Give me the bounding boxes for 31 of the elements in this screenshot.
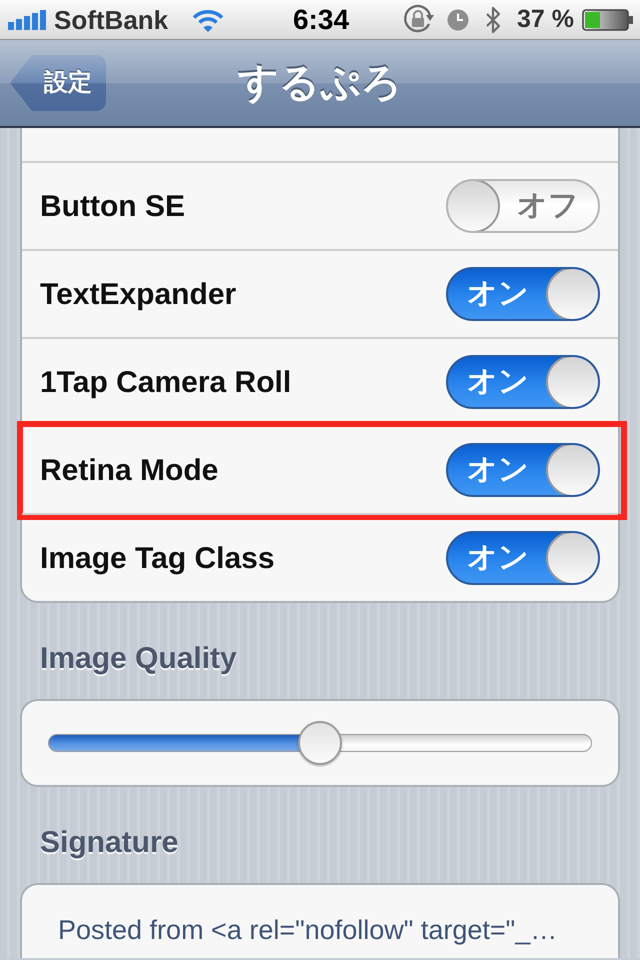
signature-text: Posted from <a rel="nofollow" target="_… bbox=[58, 914, 558, 947]
toggle-switch[interactable]: オン bbox=[446, 267, 600, 321]
toggle-switch[interactable]: オン bbox=[446, 355, 600, 409]
toggle-knob bbox=[546, 533, 598, 583]
bluetooth-icon bbox=[485, 6, 502, 34]
section-header: Signature bbox=[40, 825, 178, 861]
setting-label: TextExpander bbox=[40, 278, 236, 310]
wifi-icon bbox=[192, 8, 224, 32]
back-button[interactable]: 設定 bbox=[10, 55, 106, 111]
setting-label: Retina Mode bbox=[40, 454, 218, 486]
slider-track[interactable] bbox=[48, 734, 592, 752]
alarm-clock-icon bbox=[447, 8, 470, 30]
toggle-switch[interactable]: オン bbox=[446, 443, 600, 497]
signal-strength-icon bbox=[8, 10, 46, 30]
toggle-knob bbox=[546, 269, 598, 319]
toggle-knob bbox=[546, 357, 598, 407]
setting-label: Button SE bbox=[40, 190, 185, 222]
signature-card[interactable]: Posted from <a rel="nofollow" target="_… bbox=[20, 883, 620, 958]
battery-icon bbox=[582, 8, 634, 30]
setting-label: 1Tap Camera Roll bbox=[40, 366, 292, 398]
toggle-knob bbox=[546, 445, 598, 495]
clock-time: 6:34 bbox=[292, 6, 350, 34]
section-header: Image Quality bbox=[40, 641, 237, 677]
toggle-switch[interactable]: オン bbox=[446, 531, 600, 585]
slider-thumb[interactable] bbox=[298, 721, 342, 765]
toggle-switch[interactable]: オフ bbox=[446, 179, 600, 233]
screen-title: するぷろ bbox=[238, 63, 402, 103]
carrier-name: SoftBank bbox=[54, 6, 168, 32]
toggle-knob bbox=[448, 181, 500, 231]
setting-label: Image Tag Class bbox=[40, 542, 275, 574]
battery-percentage: 37 % bbox=[517, 7, 574, 32]
